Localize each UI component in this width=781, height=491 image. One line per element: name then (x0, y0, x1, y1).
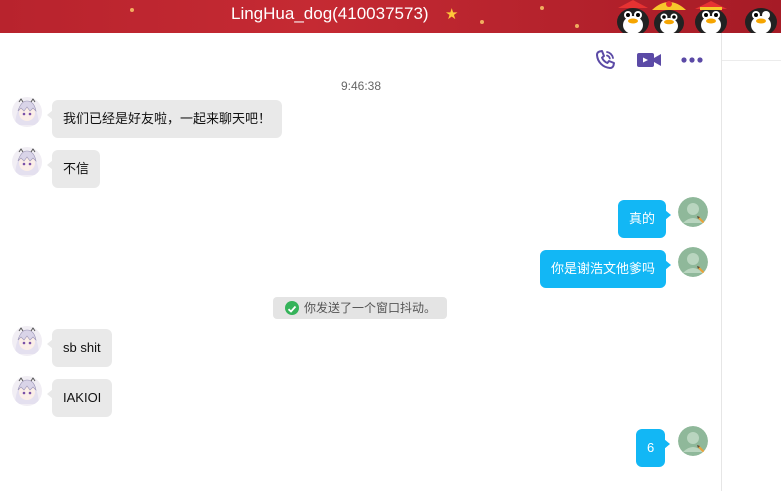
sparkle-decoration (575, 24, 579, 28)
chat-toolbar (0, 33, 722, 81)
incoming-message-bubble[interactable]: sb shit (47, 329, 112, 367)
penguin-mascot-icon (695, 1, 727, 33)
anime-avatar-icon (12, 326, 42, 356)
self-avatar[interactable] (678, 426, 708, 456)
phone-icon (596, 50, 615, 69)
more-dots-icon (681, 57, 703, 63)
incoming-message-bubble[interactable]: 我们已经是好友啦，一起来聊天吧！ (46, 100, 283, 138)
star-icon: ★ (445, 5, 459, 23)
sparkle-decoration (480, 20, 484, 24)
video-call-button[interactable] (636, 47, 662, 73)
contact-avatar[interactable] (12, 326, 42, 356)
default-avatar-icon (678, 197, 708, 227)
window-title: LingHua_dog(410037573) (231, 4, 429, 23)
outgoing-message-bubble[interactable]: 你是谢浩文他爹吗 (540, 250, 672, 288)
incoming-message-bubble[interactable]: 不信 (46, 150, 101, 188)
contact-avatar[interactable] (12, 376, 42, 406)
default-avatar-icon (678, 426, 708, 456)
self-avatar[interactable] (678, 247, 708, 277)
sparkle-decoration (130, 8, 134, 12)
anime-avatar-icon (12, 376, 42, 406)
message-timestamp: 9:46:38 (340, 79, 382, 93)
video-camera-icon (637, 53, 661, 67)
sparkle-decoration (540, 6, 544, 10)
incoming-message-bubble[interactable]: IAKIOI (46, 379, 113, 417)
title-bar[interactable]: LingHua_dog(410037573) ★ (0, 0, 781, 33)
system-notice: 你发送了一个窗口抖动。 (273, 297, 447, 319)
side-panel-divider (722, 60, 781, 61)
penguin-mascot-icon (745, 8, 777, 33)
outgoing-message-bubble[interactable]: 6 (636, 429, 671, 467)
contact-avatar[interactable] (12, 97, 42, 127)
anime-avatar-icon (12, 97, 42, 127)
default-avatar-icon (678, 247, 708, 277)
chat-window: LingHua_dog(410037573) ★ 9:46:38 我们已经是好友… (0, 0, 781, 491)
penguin-mascot-icon (652, 1, 686, 33)
more-options-button[interactable] (679, 47, 705, 73)
system-notice-text: 你发送了一个窗口抖动。 (304, 301, 437, 315)
anime-avatar-icon (12, 147, 42, 177)
voice-call-button[interactable] (592, 47, 618, 73)
check-circle-icon (285, 301, 299, 315)
outgoing-message-bubble[interactable]: 真的 (618, 200, 672, 238)
panel-divider (721, 33, 722, 491)
self-avatar[interactable] (678, 197, 708, 227)
contact-avatar[interactable] (12, 147, 42, 177)
